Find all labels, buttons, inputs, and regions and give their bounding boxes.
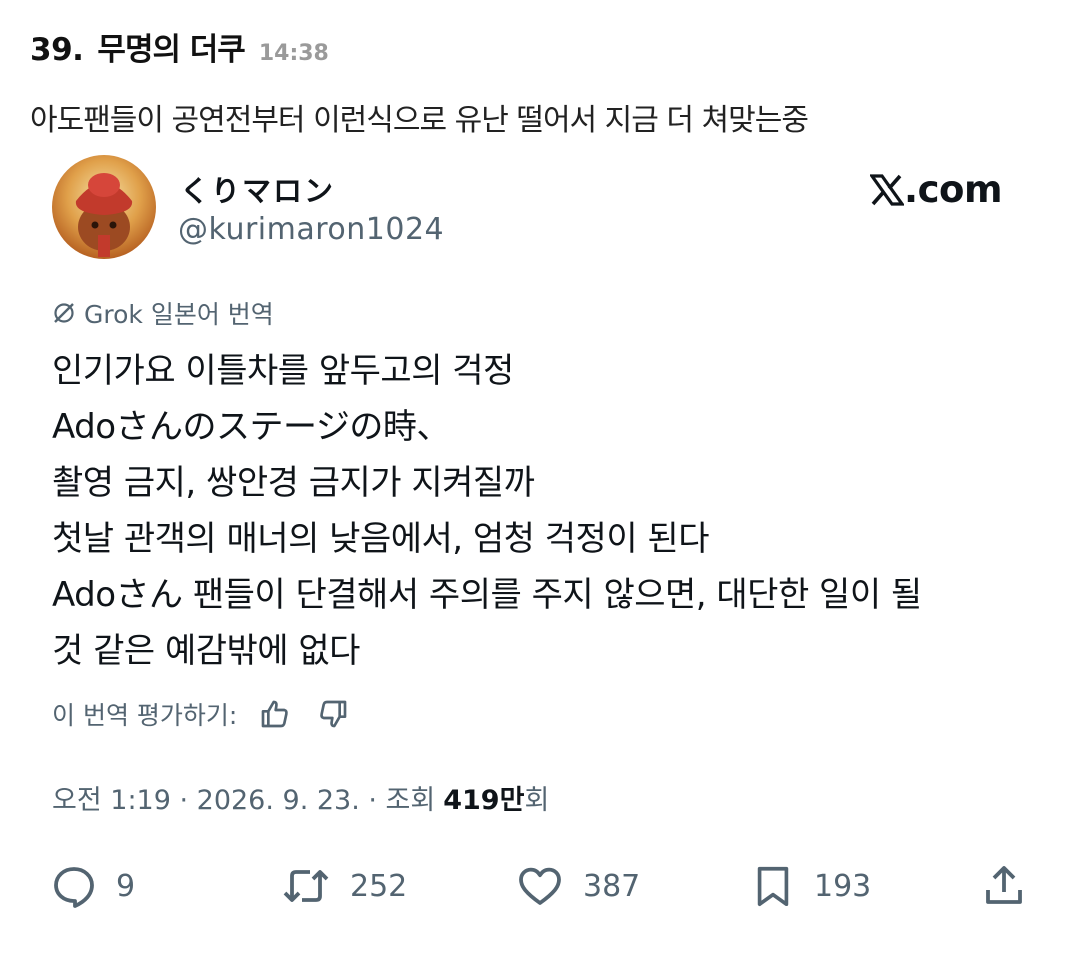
avatar-image	[75, 173, 133, 257]
post-time: 14:38	[258, 41, 329, 66]
thumbs-up-icon	[261, 700, 289, 728]
thumbs-down-icon	[320, 700, 347, 728]
translation-label[interactable]: Grok 일본어 번역	[52, 295, 274, 331]
handle[interactable]: @kurimaron1024	[178, 212, 444, 247]
bookmark-button[interactable]: 193	[750, 858, 871, 914]
share-icon	[986, 866, 1022, 904]
x-com-text: .com	[904, 168, 1002, 211]
post-body: 아도팬들이 공연전부터 이런식으로 유난 떨어서 지금 더 쳐맞는중	[30, 103, 809, 138]
reply-count: 9	[116, 868, 136, 904]
thumbs-down-button[interactable]	[313, 694, 353, 734]
reply-button[interactable]: 9	[50, 858, 135, 914]
translation-text: Grok 일본어 번역	[84, 300, 274, 329]
thumbs-up-button[interactable]	[255, 694, 295, 734]
avatar[interactable]	[52, 155, 156, 259]
tweet-line: 인기가요 이틀차를 앞두고의 걱정	[52, 351, 514, 391]
tweet-actions: 9 252 387 193	[50, 858, 1040, 914]
x-com-link[interactable]: .com	[870, 168, 1002, 211]
bookmark-count: 193	[814, 868, 872, 904]
share-button[interactable]	[980, 858, 1028, 914]
views-count: 419만	[443, 785, 525, 816]
page: 39. 무명의 더쿠 14:38 아도팬들이 공연전부터 이런식으로 유난 떨어…	[0, 0, 1080, 962]
like-count: 387	[583, 868, 641, 904]
post-header: 39. 무명의 더쿠 14:38	[30, 24, 329, 69]
display-name[interactable]: くりマロン	[180, 168, 335, 210]
bookmark-icon	[757, 866, 789, 907]
x-logo-icon	[870, 173, 905, 206]
retweet-icon	[283, 870, 329, 902]
views-suffix: 회	[524, 785, 550, 816]
post-number: 39.	[30, 32, 84, 68]
tweet-line: 것 같은 예감밖에 없다	[52, 631, 360, 671]
post-author[interactable]: 무명의 더쿠	[97, 24, 245, 69]
grok-icon	[54, 303, 74, 323]
tweet-text: 인기가요 이틀차를 앞두고의 걱정 Adoさんのステージの時、 촬영 금지, 쌍…	[52, 343, 1042, 679]
retweet-count: 252	[350, 868, 408, 904]
tweet-line: Adoさん 팬들이 단결해서 주의를 주지 않으면, 대단한 일이 될	[52, 575, 922, 615]
rate-translation-row: 이 번역 평가하기:	[52, 694, 353, 734]
tweet-line: Adoさんのステージの時、	[52, 407, 450, 447]
heart-icon	[519, 867, 561, 905]
tweet-line: 촬영 금지, 쌍안경 금지가 지켜질까	[52, 463, 535, 503]
tweet-meta: 오전 1:19 · 2026. 9. 23. · 조회 419만 회	[52, 778, 549, 817]
tweet-datetime[interactable]: 오전 1:19 · 2026. 9. 23. · 조회	[52, 778, 435, 817]
like-button[interactable]: 387	[515, 858, 640, 914]
tweet-line: 첫날 관객의 매너의 낮음에서, 엄청 걱정이 된다	[52, 519, 709, 559]
retweet-button[interactable]: 252	[280, 858, 407, 914]
reply-icon	[54, 867, 94, 908]
rate-translation-label: 이 번역 평가하기:	[52, 701, 238, 730]
